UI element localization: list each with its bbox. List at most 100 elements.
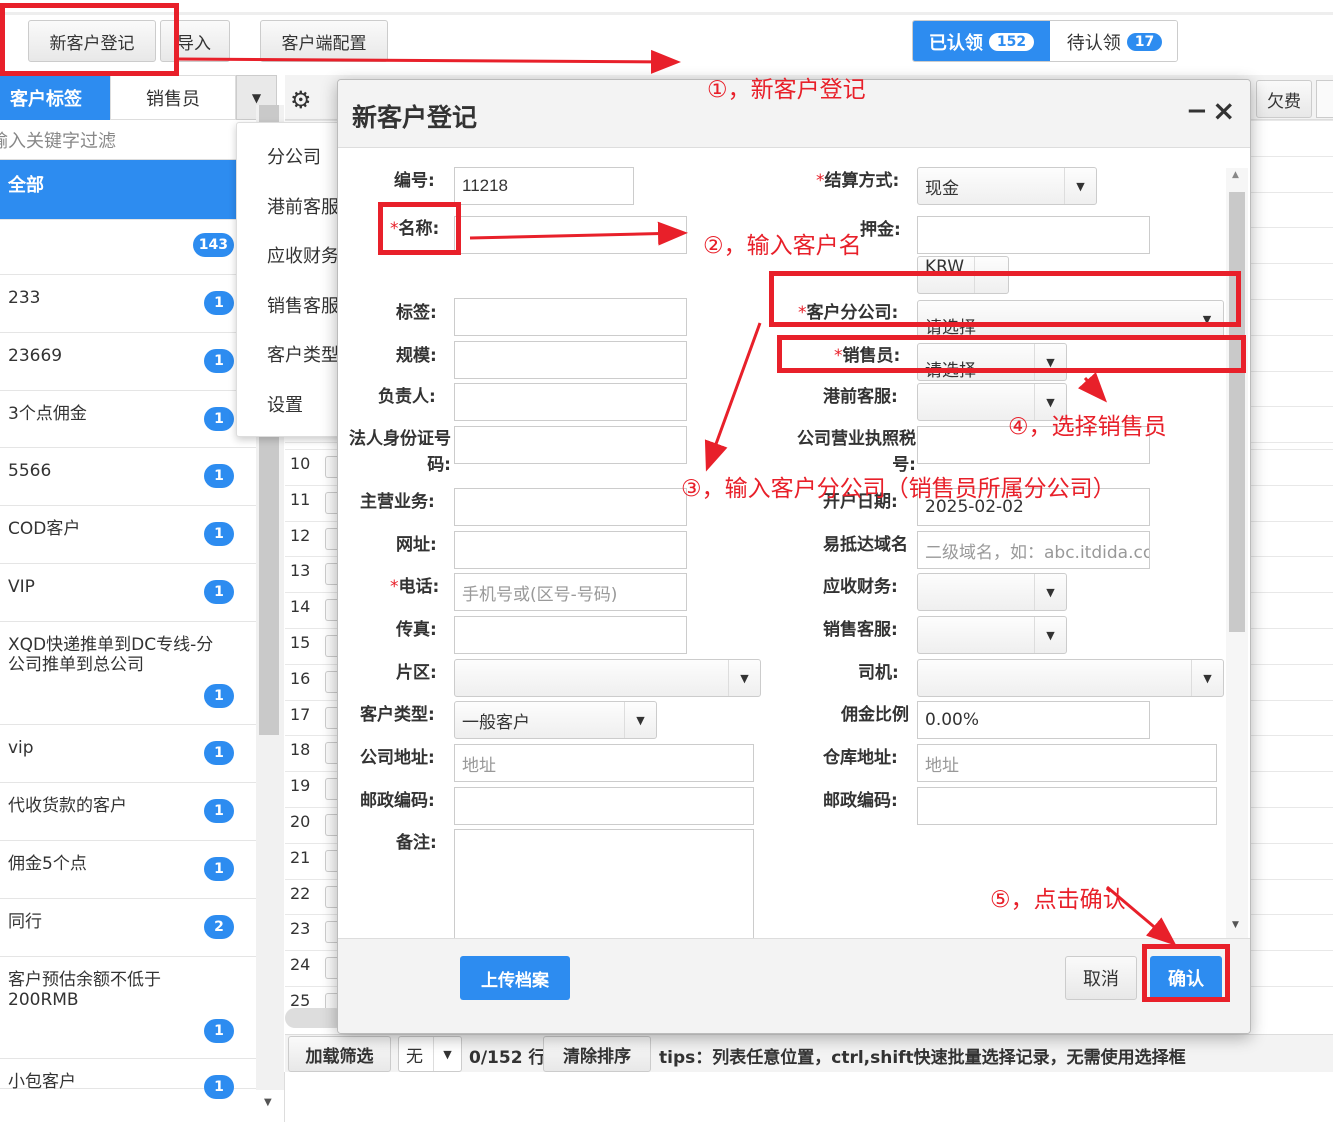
list-item[interactable]: 5566 1 (0, 448, 256, 506)
menu-item[interactable]: 客户类型 (267, 341, 339, 367)
cancel-button[interactable]: 取消 (1065, 956, 1137, 1000)
menu-item[interactable]: 销售客服 (267, 292, 339, 318)
load-filter-button[interactable]: 加载筛选 (288, 1036, 391, 1072)
zip-input[interactable] (454, 787, 754, 825)
row-checkbox[interactable] (325, 706, 337, 729)
row-checkbox[interactable] (325, 491, 337, 514)
remark-textarea[interactable] (454, 829, 754, 938)
tag-name: 同行 (8, 912, 42, 932)
currency-select[interactable]: KRW (917, 256, 1009, 294)
client-config-button[interactable]: 客户端配置 (260, 20, 388, 62)
open-date-input[interactable]: 2025-02-02 (917, 488, 1150, 526)
clear-sort-button[interactable]: 清除排序 (543, 1036, 651, 1072)
col-arrears[interactable]: 欠费 (1256, 80, 1312, 118)
filter-select[interactable]: 无 ▼ (398, 1036, 462, 1072)
tag-item-all[interactable]: 全部 (0, 160, 256, 220)
area-select[interactable]: ▼ (454, 659, 761, 697)
menu-item[interactable]: 港前客服 (267, 193, 339, 219)
unclaimed-count-badge: 17 (1126, 33, 1163, 51)
row-number: 10 (290, 454, 311, 473)
unclaimed-tab[interactable]: 待认领 17 (1050, 21, 1177, 61)
import-button[interactable]: 导入 (160, 20, 230, 62)
domain-input[interactable]: 二级域名，如：abc.itdida.com (917, 531, 1150, 569)
row-checkbox[interactable] (325, 670, 337, 693)
row-number: 18 (290, 740, 311, 760)
grid-hscrollbar[interactable] (285, 1008, 345, 1028)
upload-archive-button[interactable]: 上传档案 (460, 956, 570, 1000)
caret-down-icon: ▼ (1034, 344, 1066, 380)
sales-cs-select[interactable]: ▼ (917, 616, 1067, 654)
count-badge: 143 (192, 233, 234, 257)
list-item[interactable]: 3个点佣金 1 (0, 391, 256, 448)
new-customer-button[interactable]: 新客户登记 (28, 20, 156, 62)
row-checkbox[interactable] (325, 742, 337, 765)
sales-select[interactable]: 请选择 ▼ (917, 343, 1067, 381)
row-number: 17 (290, 704, 311, 724)
ar-select[interactable]: ▼ (917, 573, 1067, 611)
row-checkbox[interactable] (325, 778, 337, 801)
list-item[interactable]: 佣金5个点 1 (0, 841, 256, 899)
row-checkbox[interactable] (325, 527, 337, 550)
warehouse-zip-input[interactable] (917, 787, 1217, 825)
row-checkbox[interactable] (325, 885, 337, 908)
row-checkbox[interactable] (325, 599, 337, 622)
tag-name: XQD快递推单到DC专线-分公司推单到总公司 (8, 635, 214, 675)
driver-select[interactable]: ▼ (917, 659, 1224, 697)
legal-id-input[interactable] (454, 426, 687, 464)
gear-icon[interactable]: ⚙ (290, 86, 312, 114)
company-address-input[interactable]: 地址 (454, 744, 754, 782)
minimize-icon[interactable]: − (1186, 96, 1208, 126)
list-item[interactable]: 客户预估余额不低于200RMB 1 (0, 957, 256, 1059)
ctype-select[interactable]: 一般客户 ▼ (454, 701, 657, 739)
row-checkbox[interactable] (325, 635, 337, 657)
caret-down-icon: ▼ (728, 660, 760, 696)
list-item[interactable]: XQD快递推单到DC专线-分公司推单到总公司 1 (0, 622, 256, 725)
row-checkbox[interactable] (325, 563, 337, 586)
fax-input[interactable] (454, 616, 687, 654)
count-badge: 1 (204, 407, 234, 431)
list-item[interactable]: 同行 2 (0, 899, 256, 957)
row-checkbox[interactable] (325, 814, 337, 836)
port-cs-select[interactable]: ▼ (917, 383, 1067, 421)
row-checkbox[interactable] (325, 849, 337, 872)
code-input[interactable] (454, 167, 634, 205)
commission-input[interactable]: 0.00% (917, 701, 1150, 739)
menu-item[interactable]: 应收财务 (267, 242, 339, 268)
claimed-tab[interactable]: 已认领 152 (913, 21, 1050, 61)
row-checkbox[interactable] (325, 456, 337, 478)
dialog-scrollbar[interactable]: ▲ ▼ (1226, 168, 1248, 938)
row-checkbox[interactable] (325, 921, 337, 944)
menu-item[interactable]: 设置 (267, 391, 303, 417)
list-item[interactable]: 代收货款的客户 1 (0, 783, 256, 841)
list-item[interactable]: VIP 1 (0, 564, 256, 622)
deposit-input[interactable] (917, 216, 1150, 254)
list-item[interactable]: COD客户 1 (0, 506, 256, 564)
license-input[interactable] (917, 426, 1150, 464)
branch-select[interactable]: 请选择 ▼ (917, 300, 1224, 338)
unclaimed-label: 待认领 (1066, 33, 1121, 54)
close-icon[interactable]: × (1212, 94, 1235, 127)
scale-input[interactable] (454, 341, 687, 379)
list-item[interactable]: vip 1 (0, 725, 256, 783)
business-input[interactable] (454, 488, 687, 526)
tab-salesperson[interactable]: 销售员 (110, 75, 236, 120)
list-item[interactable]: 小包客户 1 (0, 1059, 256, 1099)
phone-input[interactable]: 手机号或(区号-号码) (454, 573, 687, 611)
tag-input[interactable] (454, 298, 687, 336)
menu-item[interactable]: 分公司 (267, 143, 321, 169)
confirm-button[interactable]: 确认 (1150, 956, 1222, 1000)
settle-select[interactable]: 现金 ▼ (917, 167, 1097, 205)
list-item[interactable]: 143 (0, 220, 256, 275)
website-input[interactable] (454, 531, 687, 569)
owner-input[interactable] (454, 383, 687, 421)
list-item[interactable]: 23669 1 (0, 333, 256, 391)
count-badge: 2 (204, 915, 234, 939)
tag-filter-input[interactable]: 输入关键字过滤 (0, 120, 236, 160)
caret-down-icon: ▼ (1034, 574, 1066, 610)
ar-label: 应收财务: (823, 577, 898, 597)
warehouse-address-input[interactable]: 地址 (917, 744, 1217, 782)
list-item[interactable]: 233 1 (0, 275, 256, 333)
tab-customer-tags[interactable]: 客户标签 (0, 75, 110, 120)
name-input[interactable] (454, 216, 687, 254)
row-checkbox[interactable] (325, 957, 337, 980)
